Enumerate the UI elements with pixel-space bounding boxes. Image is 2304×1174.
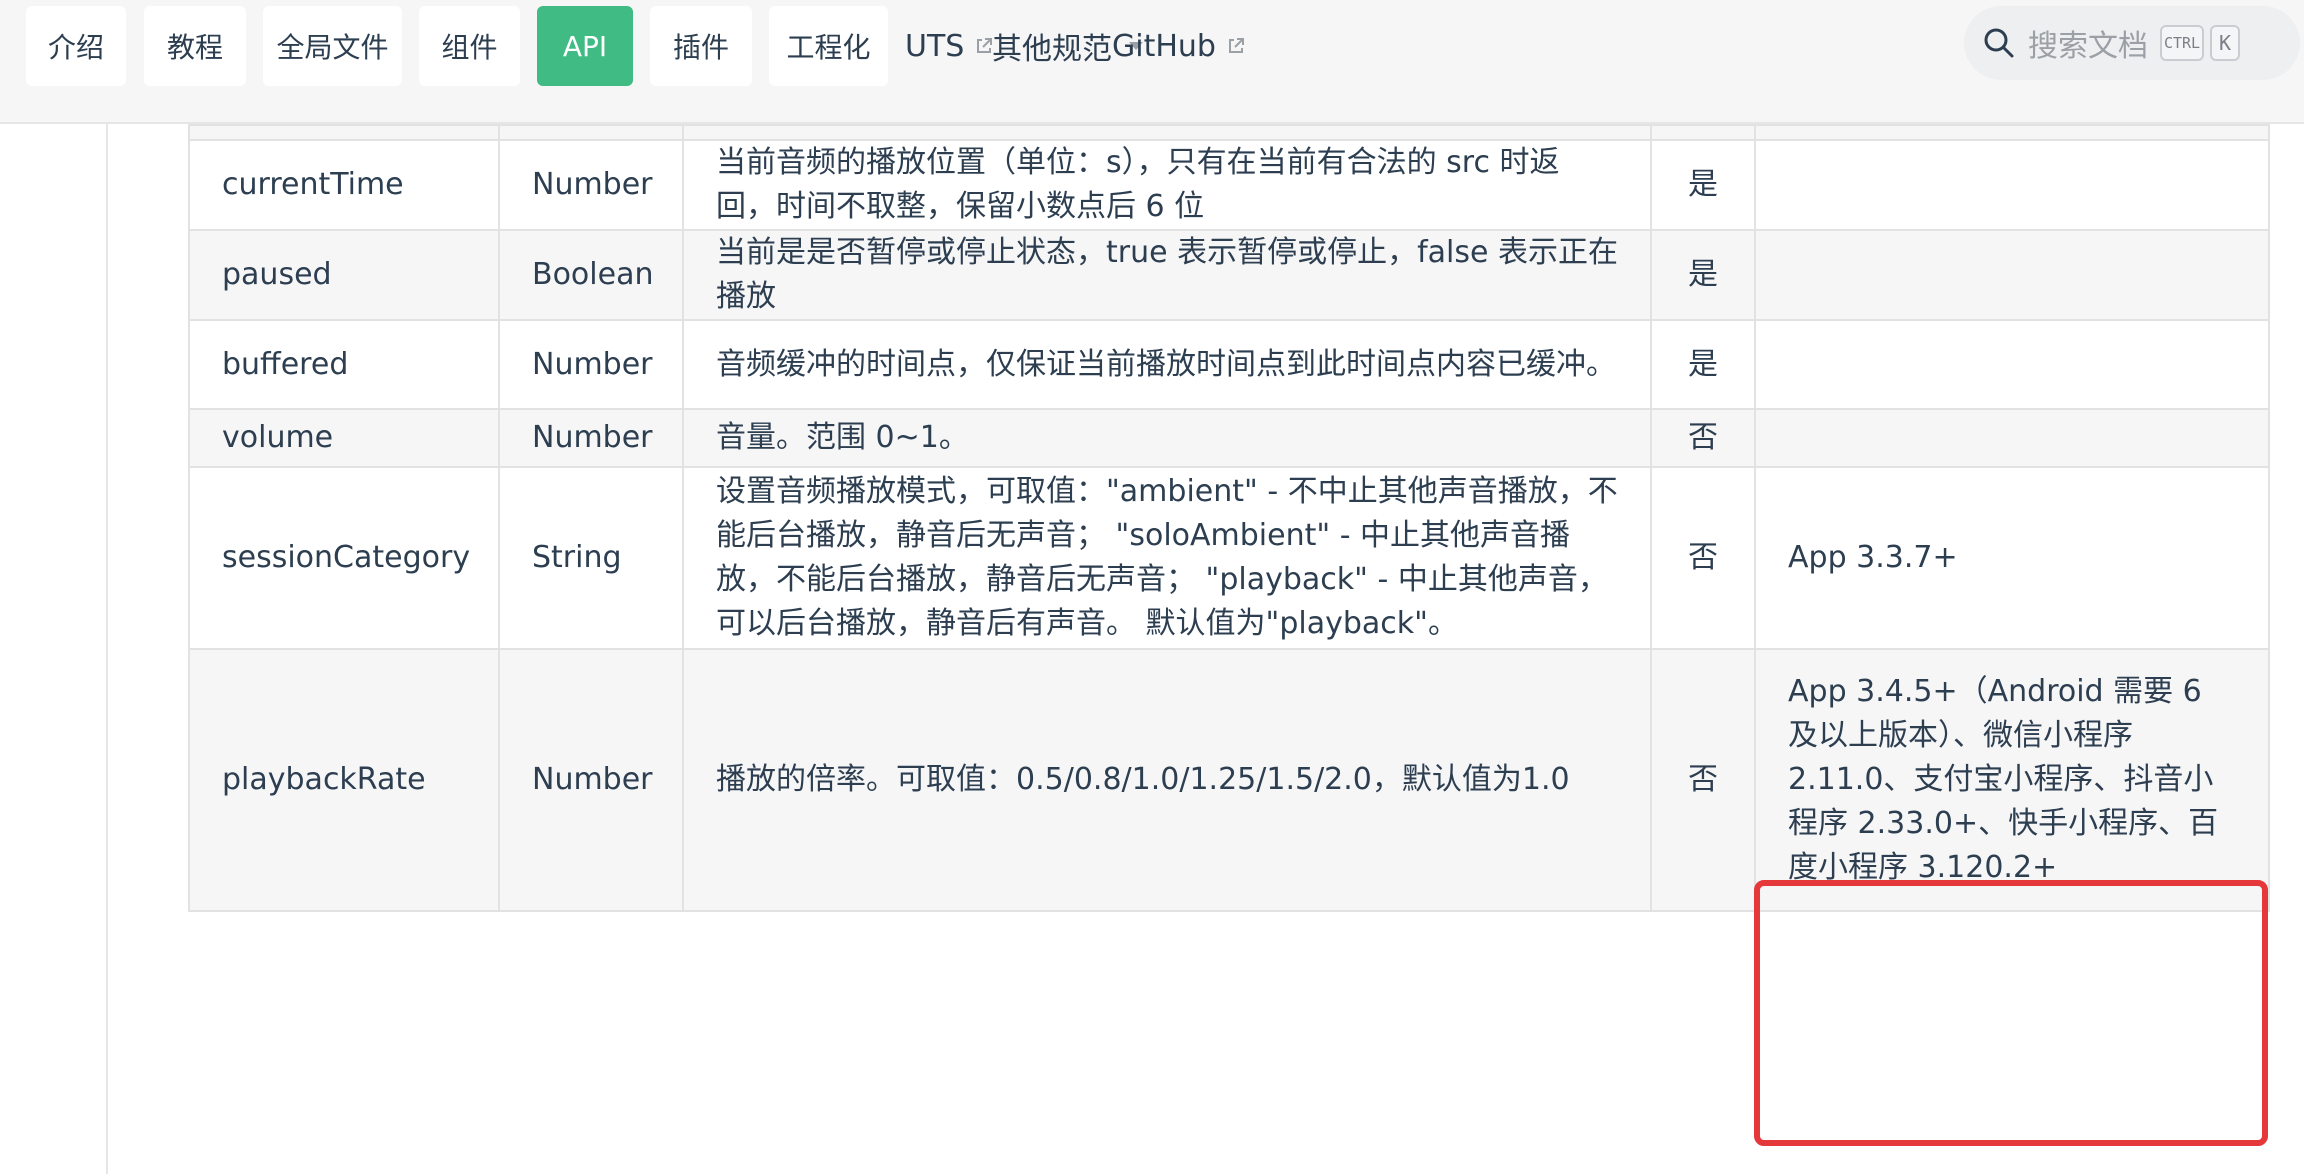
cell-description: 播放的倍率。可取值：0.5/0.8/1.0/1.25/1.5/2.0，默认值为1… (682, 648, 1652, 912)
cell-description: 音频缓冲的时间点，仅保证当前播放时间点到此时间点内容已缓冲。 (682, 319, 1652, 410)
table-row: currentTime Number 当前音频的播放位置（单位：s），只有在当前… (188, 139, 2270, 231)
tab-label: 介绍 (47, 31, 104, 64)
cell-required: 否 (1650, 648, 1756, 912)
properties-table: currentTime Number 当前音频的播放位置（单位：s），只有在当前… (188, 124, 2270, 912)
tab-label: 组件 (441, 31, 498, 64)
cell-type: Number (498, 648, 684, 912)
cell-type: Number (498, 319, 684, 410)
cell-required (1650, 124, 1756, 141)
table-row (188, 124, 2270, 141)
cell-name: playbackRate (188, 648, 500, 912)
search-icon (1984, 28, 2014, 58)
nav-link-github[interactable]: GitHub (1112, 6, 1246, 86)
cell-required: 是 (1650, 139, 1756, 231)
tab-components[interactable]: 组件 (419, 6, 520, 86)
tab-plugins[interactable]: 插件 (650, 6, 752, 86)
cell-type (498, 124, 684, 141)
nav-link-uts[interactable]: UTS (905, 6, 994, 86)
cell-platform: App 3.4.5+（Android 需要 6 及以上版本）、微信小程序 2.1… (1754, 648, 2270, 912)
cell-description: 当前音频的播放位置（单位：s），只有在当前有合法的 src 时返回，时间不取整，… (682, 139, 1652, 231)
tab-label: 全局文件 (276, 31, 389, 64)
cell-platform (1754, 139, 2270, 231)
nav-link-label: UTS (905, 28, 965, 64)
cell-description: 设置音频播放模式，可取值："ambient" - 不中止其他声音播放，不能后台播… (682, 466, 1652, 650)
cell-required: 是 (1650, 319, 1756, 410)
sidebar-divider (106, 124, 108, 1174)
cell-name: paused (188, 229, 500, 321)
table-row: volume Number 音量。范围 0~1。 否 (188, 408, 2270, 468)
table-row: sessionCategory String 设置音频播放模式，可取值："amb… (188, 466, 2270, 650)
cell-name: buffered (188, 319, 500, 410)
tab-global-files[interactable]: 全局文件 (263, 6, 402, 86)
tab-label: 教程 (166, 31, 223, 64)
cell-required: 是 (1650, 229, 1756, 321)
search-placeholder: 搜索文档 (2028, 29, 2148, 64)
tab-engineering[interactable]: 工程化 (769, 6, 888, 86)
external-link-icon (1228, 38, 1244, 53)
search-box[interactable]: 搜索文档 CTRL K (1964, 6, 2300, 80)
top-navigation-bar: 介绍 教程 全局文件 组件 API 插件 工程化 UTS 其他规范 GitHub… (0, 0, 2304, 124)
table-row: buffered Number 音频缓冲的时间点，仅保证当前播放时间点到此时间点… (188, 319, 2270, 410)
cell-required: 否 (1650, 408, 1756, 468)
tab-label: API (562, 29, 608, 63)
cell-type: Number (498, 139, 684, 231)
cell-required: 否 (1650, 466, 1756, 650)
ctrl-key-hint: CTRL (2160, 25, 2204, 61)
cell-description: 当前是是否暂停或停止状态，true 表示暂停或停止，false 表示正在播放 (682, 229, 1652, 321)
tab-intro[interactable]: 介绍 (26, 6, 126, 86)
tab-api[interactable]: API (537, 6, 633, 86)
cell-description: 音量。范围 0~1。 (682, 408, 1652, 468)
cell-type: String (498, 466, 684, 650)
cell-name (188, 124, 500, 141)
nav-link-label: GitHub (1112, 28, 1216, 64)
tab-label: 插件 (672, 31, 729, 64)
cell-type: Number (498, 408, 684, 468)
cell-platform: App 3.3.7+ (1754, 466, 2270, 650)
cell-name: sessionCategory (188, 466, 500, 650)
cell-name: currentTime (188, 139, 500, 231)
cell-description (682, 124, 1652, 141)
nav-link-label: 其他规范 (992, 32, 1112, 67)
table-row: playbackRate Number 播放的倍率。可取值：0.5/0.8/1.… (188, 648, 2270, 912)
tab-tutorial[interactable]: 教程 (144, 6, 246, 86)
table-row: paused Boolean 当前是是否暂停或停止状态，true 表示暂停或停止… (188, 229, 2270, 321)
cell-platform (1754, 408, 2270, 468)
cell-platform (1754, 124, 2270, 141)
tab-label: 工程化 (786, 31, 871, 64)
highlight-annotation-box (1754, 880, 2268, 1146)
k-key-hint: K (2210, 25, 2240, 61)
cell-name: volume (188, 408, 500, 468)
cell-type: Boolean (498, 229, 684, 321)
cell-platform (1754, 319, 2270, 410)
cell-platform (1754, 229, 2270, 321)
